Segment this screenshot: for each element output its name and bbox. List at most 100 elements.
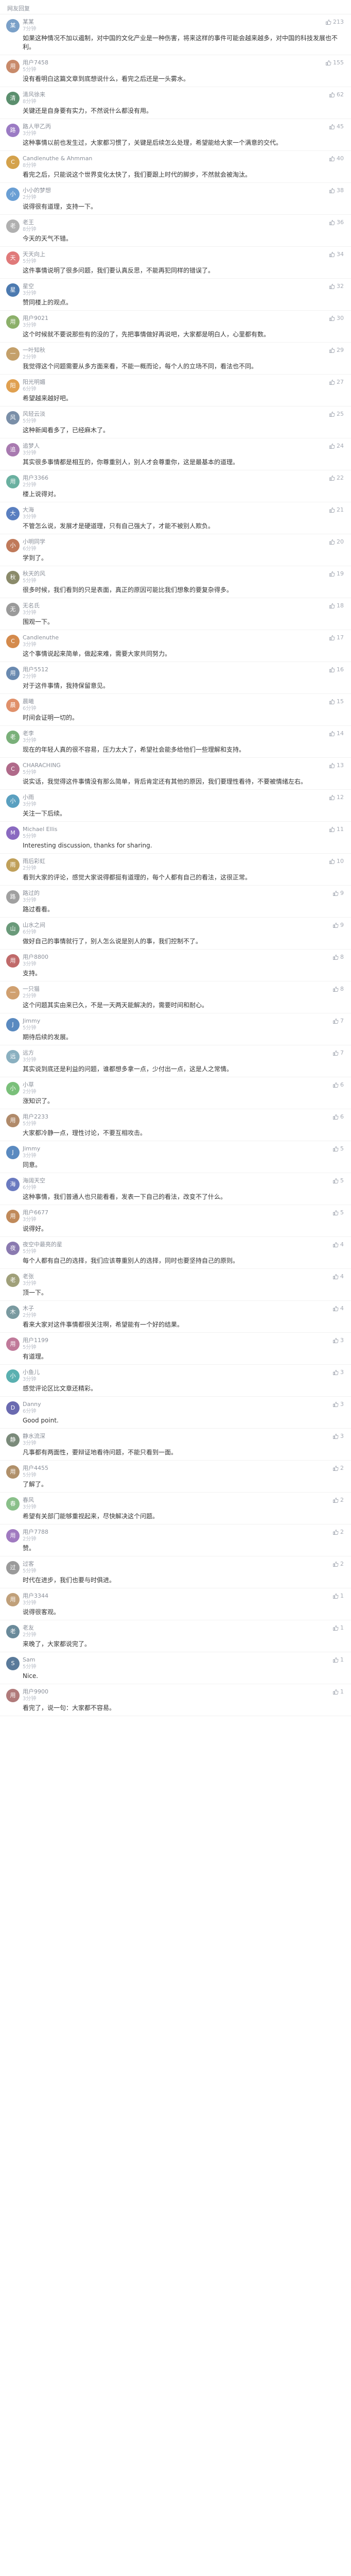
avatar[interactable]: 清 — [6, 92, 20, 105]
like-button[interactable]: 18 — [329, 602, 344, 609]
like-button[interactable]: 8 — [332, 954, 344, 960]
comment-username[interactable]: 用户1199 — [23, 1337, 311, 1344]
comment-username[interactable]: 木子 — [23, 1305, 311, 1312]
like-button[interactable]: 32 — [329, 283, 344, 290]
like-button[interactable]: 13 — [329, 762, 344, 769]
like-button[interactable]: 16 — [329, 666, 344, 673]
comment-username[interactable]: 小明同学 — [23, 538, 311, 546]
comment-username[interactable]: 老张 — [23, 1273, 311, 1280]
comment-username[interactable]: 老王 — [23, 219, 311, 226]
avatar[interactable]: 大 — [6, 507, 20, 520]
comment-username[interactable]: 路过的 — [23, 890, 311, 897]
comment-username[interactable]: 无名氏 — [23, 602, 311, 609]
avatar[interactable]: J — [6, 1146, 20, 1159]
avatar[interactable]: 阳 — [6, 379, 20, 393]
like-button[interactable]: 1 — [332, 1688, 344, 1695]
like-button[interactable]: 21 — [329, 506, 344, 513]
avatar[interactable]: 小 — [6, 188, 20, 201]
avatar[interactable]: 无 — [6, 603, 20, 616]
like-button[interactable]: 2 — [332, 1561, 344, 1567]
comment-username[interactable]: 夜空中最亮的星 — [23, 1241, 311, 1248]
avatar[interactable]: 静 — [6, 1433, 20, 1447]
comment-username[interactable]: 秋天的风 — [23, 570, 311, 578]
comment-username[interactable]: 用户9021 — [23, 315, 311, 322]
like-button[interactable]: 4 — [332, 1305, 344, 1312]
like-button[interactable]: 3 — [332, 1369, 344, 1376]
avatar[interactable]: 用 — [6, 1210, 20, 1223]
comment-username[interactable]: 天天向上 — [23, 251, 311, 258]
avatar[interactable]: 用 — [6, 1465, 20, 1479]
comment-username[interactable]: 过客 — [23, 1561, 311, 1568]
avatar[interactable]: 老 — [6, 1274, 20, 1287]
avatar[interactable]: 用 — [6, 1114, 20, 1127]
comment-username[interactable]: 清风徐来 — [23, 91, 311, 98]
like-button[interactable]: 34 — [329, 251, 344, 258]
like-button[interactable]: 2 — [332, 1529, 344, 1535]
like-button[interactable]: 19 — [329, 570, 344, 577]
comment-username[interactable]: 海阔天空 — [23, 1177, 311, 1184]
avatar[interactable]: 用 — [6, 667, 20, 680]
like-button[interactable]: 30 — [329, 315, 344, 321]
like-button[interactable]: 3 — [332, 1433, 344, 1439]
comment-username[interactable]: Candlenuthe & Ahmman — [23, 155, 311, 162]
like-button[interactable]: 1 — [332, 1624, 344, 1631]
avatar[interactable]: 小 — [6, 539, 20, 552]
like-button[interactable]: 4 — [332, 1241, 344, 1248]
avatar[interactable]: 用 — [6, 315, 20, 329]
comment-username[interactable]: Michael Ellis — [23, 826, 311, 833]
avatar[interactable]: C — [6, 762, 20, 776]
comment-username[interactable]: 小鱼儿 — [23, 1369, 311, 1376]
avatar[interactable]: 晨 — [6, 699, 20, 712]
comment-username[interactable]: 路人甲乙丙 — [23, 123, 311, 130]
like-button[interactable]: 15 — [329, 698, 344, 705]
comment-username[interactable]: 老李 — [23, 730, 311, 737]
avatar[interactable]: 用 — [6, 1337, 20, 1351]
like-button[interactable]: 24 — [329, 443, 344, 449]
avatar[interactable]: 用 — [6, 475, 20, 488]
avatar[interactable]: 小 — [6, 1369, 20, 1383]
comment-username[interactable]: 静水流深 — [23, 1433, 311, 1440]
avatar[interactable]: 老 — [6, 731, 20, 744]
avatar[interactable]: 天 — [6, 251, 20, 265]
like-button[interactable]: 38 — [329, 187, 344, 194]
comment-username[interactable]: Jimmy — [23, 1018, 311, 1025]
comment-username[interactable]: 山水之间 — [23, 922, 311, 929]
avatar[interactable]: 海 — [6, 1178, 20, 1191]
like-button[interactable]: 11 — [329, 826, 344, 833]
like-button[interactable]: 5 — [332, 1145, 344, 1152]
avatar[interactable]: 用 — [6, 1593, 20, 1606]
avatar[interactable]: 老 — [6, 219, 20, 233]
comment-username[interactable]: 小小的梦想 — [23, 187, 311, 194]
comment-username[interactable]: 用户9900 — [23, 1688, 311, 1696]
avatar[interactable]: M — [6, 826, 20, 840]
comment-username[interactable]: Danny — [23, 1401, 311, 1408]
like-button[interactable]: 10 — [329, 858, 344, 865]
avatar[interactable]: 木 — [6, 1306, 20, 1319]
like-button[interactable]: 2 — [332, 1497, 344, 1503]
avatar[interactable]: 老 — [6, 1625, 20, 1638]
avatar[interactable]: 过 — [6, 1561, 20, 1574]
comment-username[interactable]: 用户7788 — [23, 1529, 311, 1536]
comment-username[interactable]: 一叶知秋 — [23, 347, 311, 354]
avatar[interactable]: 星 — [6, 283, 20, 297]
like-button[interactable]: 5 — [332, 1177, 344, 1184]
avatar[interactable]: 用 — [6, 60, 20, 73]
like-button[interactable]: 9 — [332, 922, 344, 928]
like-button[interactable]: 29 — [329, 347, 344, 353]
avatar[interactable]: 雨 — [6, 858, 20, 872]
like-button[interactable]: 14 — [329, 730, 344, 737]
comment-username[interactable]: 用户3366 — [23, 474, 311, 482]
comment-username[interactable]: Jimmy — [23, 1145, 311, 1153]
avatar[interactable]: 山 — [6, 922, 20, 936]
avatar[interactable]: 一 — [6, 986, 20, 999]
like-button[interactable]: 1 — [332, 1592, 344, 1599]
comment-username[interactable]: 用户4455 — [23, 1465, 311, 1472]
comment-username[interactable]: 某某 — [23, 19, 311, 26]
avatar[interactable]: 春 — [6, 1497, 20, 1511]
avatar[interactable]: 夜 — [6, 1242, 20, 1255]
avatar[interactable]: 路 — [6, 124, 20, 137]
comment-username[interactable]: 小雨 — [23, 794, 311, 801]
avatar[interactable]: C — [6, 635, 20, 648]
like-button[interactable]: 40 — [329, 155, 344, 162]
comment-username[interactable]: 用户6677 — [23, 1209, 311, 1216]
